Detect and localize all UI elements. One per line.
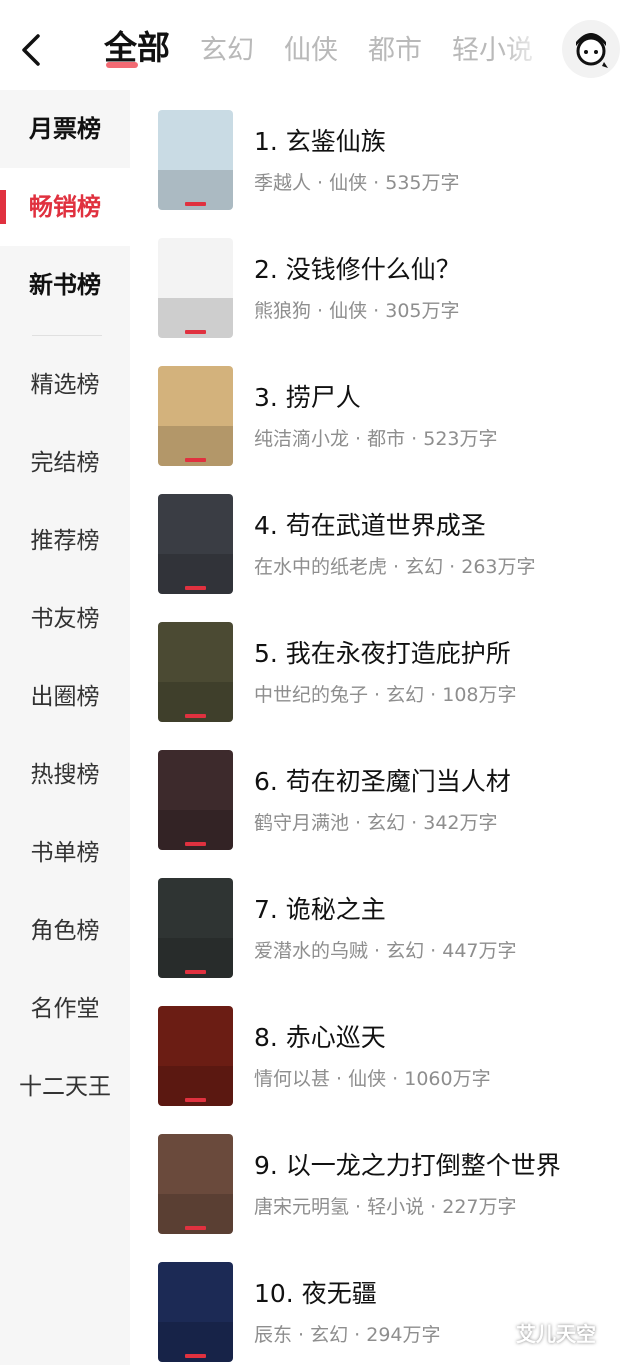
book-meta: 熊狼狗 · 仙侠 · 305万字	[254, 300, 460, 322]
book-cover	[158, 110, 233, 210]
book-ranking-list: 1. 玄鉴仙族 季越人 · 仙侠 · 535万字 2. 没钱修什么仙？ 熊狼狗 …	[130, 90, 640, 1365]
book-cover-art	[158, 366, 233, 466]
book-row[interactable]: 9. 以一龙之力打倒整个世界 唐宋元明氢 · 轻小说 · 227万字	[130, 1114, 640, 1242]
user-avatar-icon	[576, 33, 608, 68]
sidebar-item-selected[interactable]: 精选榜	[0, 346, 130, 424]
sidebar-item-breakout[interactable]: 出圈榜	[0, 658, 130, 736]
sidebar-item-label: 名作堂	[30, 996, 100, 1022]
sidebar-item-completed[interactable]: 完结榜	[0, 424, 130, 502]
book-row[interactable]: 5. 我在永夜打造庇护所 中世纪的兔子 · 玄幻 · 108万字	[130, 602, 640, 730]
book-row[interactable]: 7. 诡秘之主 爱潜水的乌贼 · 玄幻 · 447万字	[130, 858, 640, 986]
tab-all[interactable]: 全部	[104, 0, 170, 90]
sidebar-divider	[32, 335, 102, 336]
tabs-fade	[500, 0, 560, 90]
book-row[interactable]: 2. 没钱修什么仙？ 熊狼狗 · 仙侠 · 305万字	[130, 218, 640, 346]
sidebar-item-label: 角色榜	[30, 918, 100, 944]
book-meta: 情何以甚 · 仙侠 · 1060万字	[254, 1068, 491, 1090]
book-cover-art	[158, 622, 233, 722]
sidebar-item-bestseller[interactable]: 畅销榜	[0, 168, 130, 246]
book-row[interactable]: 3. 捞尸人 纯洁滴小龙 · 都市 · 523万字	[130, 346, 640, 474]
book-title: 2. 没钱修什么仙？	[254, 255, 461, 284]
book-title: 9. 以一龙之力打倒整个世界	[254, 1151, 561, 1180]
tab-label: 玄幻	[200, 35, 254, 66]
sidebar-item-label: 推荐榜	[30, 528, 100, 554]
top-bar: 全部 玄幻 仙侠 都市 轻小说	[0, 0, 640, 90]
tab-xianxia[interactable]: 仙侠	[284, 3, 338, 90]
sidebar-item-booklist[interactable]: 书单榜	[0, 814, 130, 892]
book-row[interactable]: 4. 苟在武道世界成圣 在水中的纸老虎 · 玄幻 · 263万字	[130, 474, 640, 602]
book-title: 4. 苟在武道世界成圣	[254, 511, 486, 540]
sidebar-item-monthly-ticket[interactable]: 月票榜	[0, 90, 130, 168]
book-cover	[158, 238, 233, 338]
sidebar-item-label: 完结榜	[30, 450, 100, 476]
book-meta: 季越人 · 仙侠 · 535万字	[254, 172, 460, 194]
sidebar-item-label: 热搜榜	[30, 762, 100, 788]
book-cover	[158, 622, 233, 722]
book-cover	[158, 878, 233, 978]
sidebar-item-new-books[interactable]: 新书榜	[0, 246, 130, 324]
watermark-text: 艾儿天空	[516, 1322, 596, 1346]
book-row[interactable]: 6. 苟在初圣魔门当人材 鹤守月满池 · 玄幻 · 342万字	[130, 730, 640, 858]
sidebar-item-label: 出圈榜	[30, 684, 100, 710]
book-title: 8. 赤心巡天	[254, 1023, 386, 1052]
book-cover	[158, 1134, 233, 1234]
book-cover-art	[158, 238, 233, 338]
book-cover-art	[158, 750, 233, 850]
book-meta: 鹤守月满池 · 玄幻 · 342万字	[254, 812, 498, 834]
sidebar-item-label: 畅销榜	[29, 193, 101, 221]
sidebar-item-label: 精选榜	[30, 372, 100, 398]
book-cover	[158, 750, 233, 850]
sidebar-item-label: 新书榜	[29, 271, 101, 299]
sidebar-item-label: 月票榜	[29, 115, 101, 143]
sidebar-item-label: 书单榜	[30, 840, 100, 866]
book-cover-art	[158, 878, 233, 978]
book-meta: 纯洁滴小龙 · 都市 · 523万字	[254, 428, 498, 450]
selected-indicator	[0, 190, 6, 224]
book-title: 10. 夜无疆	[254, 1279, 377, 1308]
sidebar-item-twelve-kings[interactable]: 十二天王	[0, 1048, 130, 1126]
tab-dushi[interactable]: 都市	[368, 3, 422, 90]
book-title: 1. 玄鉴仙族	[254, 127, 386, 156]
book-title: 7. 诡秘之主	[254, 895, 386, 924]
book-meta: 唐宋元明氢 · 轻小说 · 227万字	[254, 1196, 517, 1218]
book-row[interactable]: 1. 玄鉴仙族 季越人 · 仙侠 · 535万字	[130, 90, 640, 218]
book-meta: 在水中的纸老虎 · 玄幻 · 263万字	[254, 556, 536, 578]
sidebar-item-characters[interactable]: 角色榜	[0, 892, 130, 970]
book-title: 3. 捞尸人	[254, 383, 361, 412]
book-meta: 爱潜水的乌贼 · 玄幻 · 447万字	[254, 940, 517, 962]
sidebar-item-hot-search[interactable]: 热搜榜	[0, 736, 130, 814]
sidebar-item-reader-friends[interactable]: 书友榜	[0, 580, 130, 658]
active-tab-indicator	[106, 62, 138, 68]
book-cover	[158, 1006, 233, 1106]
back-button[interactable]	[12, 26, 52, 74]
sidebar-item-recommend[interactable]: 推荐榜	[0, 502, 130, 580]
avatar-button[interactable]	[562, 20, 620, 78]
book-row[interactable]: 8. 赤心巡天 情何以甚 · 仙侠 · 1060万字	[130, 986, 640, 1114]
tab-xuanhuan[interactable]: 玄幻	[200, 3, 254, 90]
sidebar-item-hall-of-fame[interactable]: 名作堂	[0, 970, 130, 1048]
book-cover-art	[158, 494, 233, 594]
chevron-left-icon	[22, 34, 40, 66]
book-cover-art	[158, 110, 233, 210]
book-title: 6. 苟在初圣魔门当人材	[254, 767, 511, 796]
tab-label: 仙侠	[284, 35, 338, 66]
ranking-sidebar: 月票榜 畅销榜 新书榜 精选榜 完结榜 推荐榜 书友榜 出圈榜 热搜榜 书单榜 …	[0, 90, 130, 1365]
book-cover	[158, 494, 233, 594]
book-cover	[158, 1262, 233, 1362]
book-cover	[158, 366, 233, 466]
book-title: 5. 我在永夜打造庇护所	[254, 639, 511, 668]
category-tabs: 全部 玄幻 仙侠 都市 轻小说	[104, 0, 554, 90]
sidebar-item-label: 十二天王	[19, 1074, 111, 1100]
book-cover-art	[158, 1262, 233, 1362]
book-meta: 中世纪的兔子 · 玄幻 · 108万字	[254, 684, 517, 706]
book-cover-art	[158, 1134, 233, 1234]
tab-label: 都市	[368, 35, 422, 66]
book-cover-art	[158, 1006, 233, 1106]
sidebar-item-label: 书友榜	[30, 606, 100, 632]
